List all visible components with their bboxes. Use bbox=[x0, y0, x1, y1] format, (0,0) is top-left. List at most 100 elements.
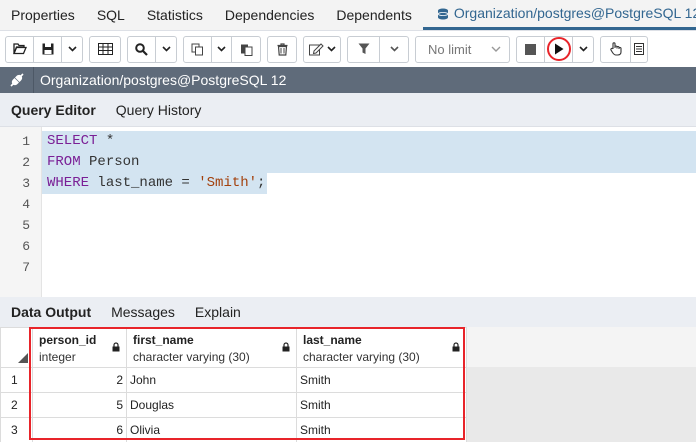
row-limit-select[interactable]: No limit bbox=[415, 35, 510, 63]
grid-button-group bbox=[89, 35, 121, 63]
column-type: character varying (30) bbox=[133, 350, 250, 364]
chevron-down-icon bbox=[578, 46, 588, 52]
row-number[interactable]: 3 bbox=[0, 417, 33, 442]
sql-editor[interactable]: 1 2 3 4 5 6 7 SELECT * FROM Person WHERE… bbox=[0, 127, 696, 297]
stop-button[interactable] bbox=[517, 36, 545, 62]
copy-button[interactable] bbox=[184, 36, 212, 62]
find-button-group bbox=[127, 35, 177, 63]
save-dropdown-button[interactable] bbox=[62, 37, 82, 62]
edit-rows-button[interactable] bbox=[90, 37, 120, 62]
tab-query-editor[interactable]: Query Editor bbox=[11, 102, 96, 118]
line-number: 7 bbox=[22, 260, 30, 275]
line-number: 5 bbox=[22, 218, 30, 233]
sql-keyword: FROM bbox=[47, 154, 81, 170]
filter-icon bbox=[358, 43, 369, 54]
tab-statistics[interactable]: Statistics bbox=[136, 0, 214, 30]
lock-icon bbox=[452, 342, 460, 352]
column-name: person_id bbox=[39, 333, 97, 347]
cell-first-name[interactable]: Douglas bbox=[126, 392, 297, 418]
edit-button[interactable] bbox=[304, 37, 340, 62]
paste-button[interactable] bbox=[232, 37, 260, 62]
tab-data-output[interactable]: Data Output bbox=[11, 304, 91, 320]
sql-text: * bbox=[97, 133, 115, 149]
database-icon bbox=[437, 8, 449, 19]
row-number[interactable]: 2 bbox=[0, 392, 33, 418]
select-all-corner[interactable] bbox=[0, 327, 33, 368]
cell-first-name[interactable]: John bbox=[126, 367, 297, 393]
code-line[interactable]: SELECT * bbox=[42, 131, 696, 152]
tab-dependencies[interactable]: Dependencies bbox=[214, 0, 326, 30]
save-button[interactable] bbox=[34, 36, 62, 62]
cell-person-id[interactable]: 6 bbox=[32, 417, 127, 442]
find-dropdown-button[interactable] bbox=[156, 37, 176, 62]
column-header-first-name[interactable]: first_name character varying (30) bbox=[126, 327, 297, 368]
chevron-down-icon bbox=[389, 46, 399, 52]
tab-messages[interactable]: Messages bbox=[111, 304, 175, 320]
filter-button[interactable] bbox=[348, 36, 380, 62]
query-panel-tabs: Query Editor Query History bbox=[0, 93, 696, 127]
column-header-last-name[interactable]: last_name character varying (30) bbox=[296, 327, 467, 368]
header-row: person_id integer first_name character v… bbox=[0, 327, 467, 368]
trash-icon bbox=[277, 42, 287, 56]
copy-dropdown-button[interactable] bbox=[212, 36, 232, 62]
chevron-down-icon bbox=[161, 46, 171, 52]
lock-icon bbox=[112, 342, 120, 352]
edit-icon bbox=[308, 42, 324, 55]
sql-string: 'Smith' bbox=[198, 175, 258, 191]
folder-open-icon bbox=[12, 43, 27, 55]
tab-explain[interactable]: Explain bbox=[195, 304, 241, 320]
find-button[interactable] bbox=[128, 36, 156, 62]
code-line[interactable]: FROM Person bbox=[42, 152, 696, 173]
tab-sql[interactable]: SQL bbox=[86, 0, 136, 30]
explain-button[interactable] bbox=[601, 36, 631, 62]
hand-pointer-icon bbox=[609, 42, 622, 56]
connection-status-icon[interactable] bbox=[0, 67, 34, 93]
delete-button-group bbox=[267, 35, 297, 63]
connection-label: Organization/postgres@PostgreSQL 12 bbox=[40, 72, 287, 88]
tab-dependents[interactable]: Dependents bbox=[325, 0, 423, 30]
line-number-gutter: 1 2 3 4 5 6 7 bbox=[0, 127, 42, 297]
chevron-down-icon bbox=[326, 46, 336, 52]
tab-query-history[interactable]: Query History bbox=[116, 102, 202, 118]
tab-query-tool-label: Organization/postgres@PostgreSQL 12 * bbox=[453, 5, 696, 21]
clipboard-button-group bbox=[183, 35, 261, 63]
execute-dropdown-button[interactable] bbox=[573, 37, 593, 62]
delete-button[interactable] bbox=[268, 37, 296, 62]
row-number[interactable]: 1 bbox=[0, 367, 33, 393]
cell-last-name[interactable]: Smith bbox=[296, 392, 467, 418]
line-number: 4 bbox=[22, 197, 30, 212]
cell-last-name[interactable]: Smith bbox=[296, 417, 467, 442]
chevron-down-icon bbox=[491, 46, 501, 52]
tab-query-tool[interactable]: Organization/postgres@PostgreSQL 12 * bbox=[422, 0, 696, 30]
execute-button[interactable] bbox=[545, 36, 573, 62]
table-row[interactable]: 2 5 Douglas Smith bbox=[0, 392, 467, 418]
cell-person-id[interactable]: 5 bbox=[32, 392, 127, 418]
sql-text: last_name = bbox=[89, 175, 199, 191]
paste-icon bbox=[240, 44, 252, 56]
open-file-button[interactable] bbox=[6, 36, 34, 62]
more-button[interactable] bbox=[631, 37, 647, 62]
cell-person-id[interactable]: 2 bbox=[32, 367, 127, 393]
filter-dropdown-button[interactable] bbox=[380, 37, 408, 62]
query-toolbar: No limit bbox=[0, 31, 696, 67]
column-type: integer bbox=[39, 350, 76, 364]
table-row[interactable]: 3 6 Olivia Smith bbox=[0, 417, 467, 442]
column-header-person-id[interactable]: person_id integer bbox=[32, 327, 127, 368]
data-output-grid: person_id integer first_name character v… bbox=[0, 327, 696, 442]
grid-empty-area bbox=[465, 367, 696, 442]
line-number: 1 bbox=[22, 134, 30, 149]
tab-properties[interactable]: Properties bbox=[0, 0, 86, 30]
connection-bar[interactable]: Organization/postgres@PostgreSQL 12 bbox=[0, 67, 696, 93]
chevron-down-icon bbox=[217, 46, 226, 52]
cell-last-name[interactable]: Smith bbox=[296, 367, 467, 393]
cell-first-name[interactable]: Olivia bbox=[126, 417, 297, 442]
line-number: 3 bbox=[22, 176, 30, 191]
play-icon bbox=[554, 43, 563, 55]
code-line[interactable]: WHERE last_name = 'Smith'; bbox=[42, 173, 267, 194]
sql-text: Person bbox=[80, 154, 140, 170]
sql-text: ; bbox=[257, 175, 266, 191]
extra-button-group bbox=[600, 35, 648, 63]
sql-keyword: WHERE bbox=[47, 175, 90, 191]
line-number: 6 bbox=[22, 239, 30, 254]
table-row[interactable]: 1 2 John Smith bbox=[0, 367, 467, 393]
